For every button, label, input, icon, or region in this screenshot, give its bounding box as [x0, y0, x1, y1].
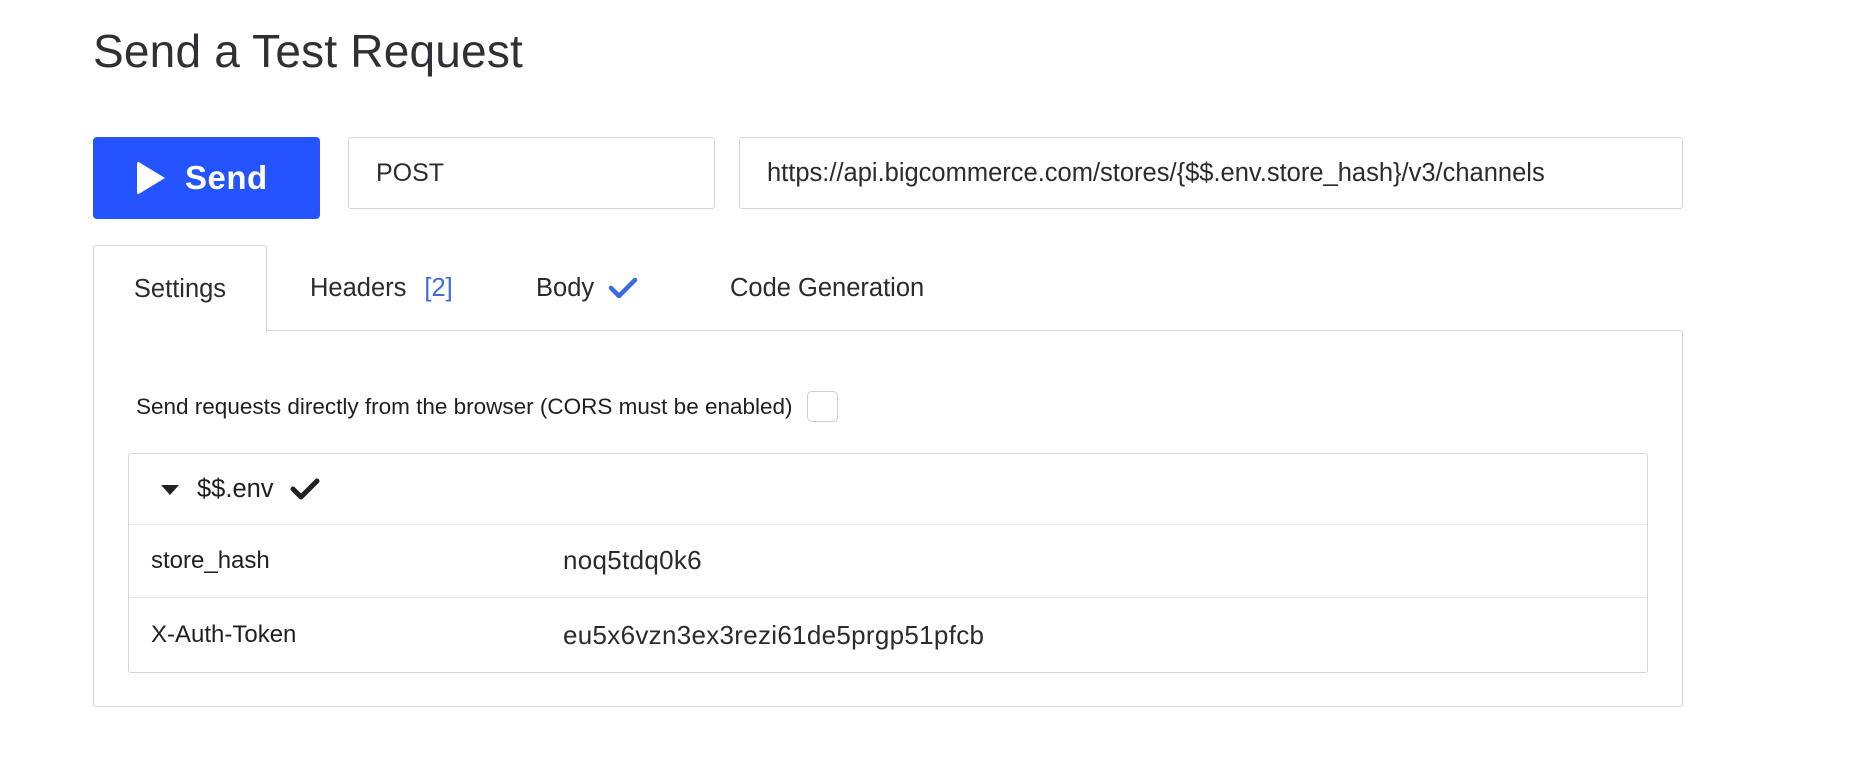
tab-headers-label: Headers	[310, 273, 407, 302]
tab-body-label: Body	[536, 273, 595, 302]
method-field[interactable]	[348, 137, 715, 209]
env-variables: $$.env store_hash noq5tdq0k6 X-Auth-Toke…	[128, 453, 1648, 673]
env-value[interactable]: noq5tdq0k6	[563, 545, 702, 576]
caret-down-icon	[161, 485, 179, 495]
cors-label: Send requests directly from the browser …	[136, 393, 793, 419]
env-key: store_hash	[151, 546, 270, 574]
env-value[interactable]: eu5x6vzn3ex3rezi61de5prgp51pfcb	[563, 620, 984, 651]
check-icon	[608, 277, 638, 299]
url-field[interactable]	[739, 137, 1683, 209]
play-icon	[137, 161, 165, 195]
env-key: X-Auth-Token	[151, 621, 297, 648]
send-button[interactable]: Send	[93, 137, 320, 219]
test-request-page: Send a Test Request Send Settings Header…	[0, 0, 1854, 766]
send-button-label: Send	[185, 159, 268, 196]
tab-settings[interactable]: Settings	[93, 245, 267, 332]
cors-setting: Send requests directly from the browser …	[136, 391, 838, 422]
tab-code-generation[interactable]: Code Generation	[730, 245, 924, 331]
cors-checkbox[interactable]	[806, 391, 838, 422]
tab-code-generation-label: Code Generation	[730, 273, 925, 302]
env-toggle[interactable]: $$.env	[129, 454, 1647, 525]
settings-panel: Send requests directly from the browser …	[93, 330, 1683, 707]
request-tabs: Settings Headers [2] Body Code Generatio…	[93, 245, 1683, 332]
tab-headers[interactable]: Headers [2]	[310, 245, 453, 331]
env-row: store_hash noq5tdq0k6	[129, 524, 1647, 598]
check-icon	[290, 478, 320, 500]
tab-settings-label: Settings	[133, 274, 227, 303]
page-title: Send a Test Request	[93, 25, 524, 77]
tab-body[interactable]: Body	[536, 245, 638, 331]
env-row: X-Auth-Token eu5x6vzn3ex3rezi61de5prgp51…	[129, 598, 1647, 672]
env-name: $$.env	[197, 474, 274, 503]
headers-count-badge: [2]	[424, 273, 453, 302]
